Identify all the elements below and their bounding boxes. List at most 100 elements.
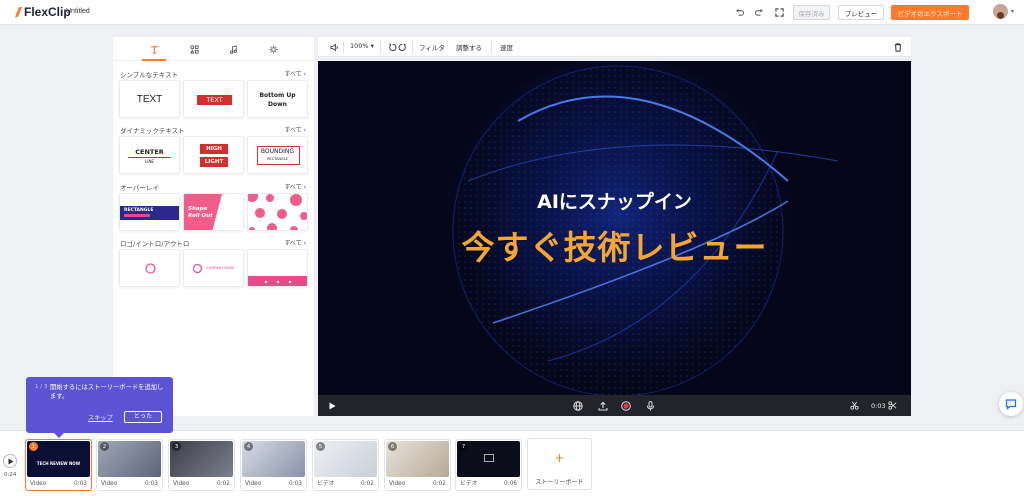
clip-type-label: Video	[30, 481, 47, 487]
storyboard-clip-4[interactable]: 4 Video 0:03	[240, 439, 307, 491]
panel-tabs	[113, 37, 314, 61]
clip-duration: 0:02	[216, 481, 230, 487]
storyboard-clip-1[interactable]: TECH REVIEW NOW 1 Video 0:03	[25, 439, 92, 491]
divider-line	[128, 157, 171, 158]
template-label: TEXT	[136, 94, 163, 105]
logo-dots	[264, 280, 292, 284]
adjust-button[interactable]: 調整する	[456, 42, 482, 52]
template-card-logo-1[interactable]	[119, 249, 180, 287]
chevron-down-icon[interactable]: ▾	[1011, 8, 1014, 15]
storyboard-clip-3[interactable]: 3 Video 0:02	[168, 439, 235, 491]
clip-number: 6	[388, 442, 397, 451]
storyboard-clip-7[interactable]: 7 ビデオ 0:06	[455, 439, 522, 491]
video-canvas[interactable]: AIにスナップイン 今すぐ技術レビュー	[318, 61, 911, 395]
see-all-overlay[interactable]: すべて ›	[284, 182, 306, 191]
clip-number: 1	[29, 442, 38, 451]
template-card-logo-2[interactable]: COMPANY NAME	[183, 249, 244, 287]
see-all-dynamic-text[interactable]: すべて ›	[284, 125, 306, 134]
section-title-overlay: オーバーレイ	[120, 184, 159, 192]
volume-icon[interactable]	[326, 39, 342, 55]
rotate-right-icon[interactable]	[394, 39, 410, 55]
globe-icon[interactable]	[571, 399, 584, 412]
canvas-headline[interactable]: AIにスナップイン	[318, 187, 911, 214]
template-card-bounding[interactable]: BOUNDING RECTANGLE	[247, 136, 308, 174]
divider	[491, 41, 492, 53]
template-card-rectangle-overlay[interactable]: RECTANGLE	[119, 193, 180, 231]
storyboard-clip-5[interactable]: 5 ビデオ 0:02	[312, 439, 379, 491]
filter-button[interactable]: フィルタ	[419, 42, 445, 52]
music-tab-icon[interactable]	[223, 41, 243, 57]
microphone-icon[interactable]	[644, 399, 657, 412]
template-card-center-line[interactable]: CENTER LINE	[119, 136, 180, 174]
text-tab-icon[interactable]	[144, 41, 164, 57]
clip-thumb-title: TECH REVIEW NOW	[36, 461, 81, 466]
template-label: COMPANY NAME	[206, 266, 235, 270]
dots-pattern	[248, 194, 307, 230]
tooltip-ok-button[interactable]: とった	[124, 411, 162, 423]
add-storyboard-label: ストーリーボード	[535, 479, 584, 486]
template-card-dots[interactable]	[247, 193, 308, 231]
document-title[interactable]: Untitled	[66, 8, 90, 15]
preview-button[interactable]: プレビュー	[838, 5, 884, 20]
user-avatar[interactable]	[993, 4, 1008, 19]
current-time: 0:03	[871, 402, 886, 410]
fullscreen-icon[interactable]	[771, 4, 787, 20]
clip-number: 5	[316, 442, 325, 451]
template-label: Bottom Up	[259, 92, 296, 99]
chat-support-button[interactable]	[999, 392, 1023, 416]
tooltip-skip-link[interactable]: スキップ	[88, 413, 113, 422]
split-icon[interactable]	[848, 399, 861, 412]
save-status-button[interactable]: 保存済み	[793, 5, 830, 20]
divider	[380, 41, 381, 53]
redo-icon[interactable]	[751, 4, 767, 20]
flexclip-logo-icon	[15, 7, 22, 17]
clip-number: 2	[100, 442, 109, 451]
total-duration: 0:24	[4, 472, 17, 478]
clip-thumb-logo	[484, 454, 494, 462]
template-card-shape-roll-out[interactable]: Shape Roll Out	[183, 193, 244, 231]
clip-number: 3	[172, 442, 181, 451]
template-label: Down	[268, 101, 287, 108]
clip-type-label: ビデオ	[460, 481, 478, 487]
canvas-title[interactable]: 今すぐ技術レビュー	[318, 221, 911, 269]
template-card-bottom-up[interactable]: Bottom Up Down	[247, 80, 308, 118]
clip-type-label: Video	[101, 481, 118, 487]
settings-tab-icon[interactable]	[263, 41, 283, 57]
template-card-high-light[interactable]: HIGH LIGHT	[183, 136, 244, 174]
add-storyboard-button[interactable]: + ストーリーボード	[527, 438, 592, 490]
tooltip-step: 1 / 3	[35, 384, 48, 390]
clip-duration: 0:03	[73, 481, 87, 487]
clip-type-label: ビデオ	[317, 481, 335, 487]
trash-icon[interactable]	[890, 39, 906, 55]
timeline: 0:24 TECH REVIEW NOW 1 Video 0:03 2 Vide…	[0, 430, 1024, 496]
template-card-text-red[interactable]: TEXT	[183, 80, 244, 118]
record-icon[interactable]	[619, 399, 632, 412]
see-all-simple-text[interactable]: すべて ›	[284, 69, 306, 78]
undo-icon[interactable]	[731, 4, 747, 20]
plus-icon: +	[554, 451, 565, 465]
asset-panel: シンプルなテキスト すべて › TEXT TEXT Bottom Up Down…	[113, 37, 314, 416]
see-all-logo[interactable]: すべて ›	[284, 238, 306, 247]
zoom-select[interactable]: 100% ▾	[350, 42, 374, 50]
export-video-button[interactable]: ビデオのエクスポート	[891, 5, 969, 20]
elements-tab-icon[interactable]	[184, 41, 204, 57]
trim-icon[interactable]	[886, 399, 899, 412]
flexclip-logo[interactable]: FlexClip	[14, 5, 71, 19]
storyboard-clip-6[interactable]: 6 Video 0:02	[384, 439, 451, 491]
template-card-logo-3[interactable]	[247, 249, 308, 287]
section-title-dynamic-text: ダイナミックテキスト	[120, 127, 185, 135]
active-tab-indicator	[142, 59, 166, 61]
play-icon[interactable]	[326, 399, 339, 412]
timeline-play-button[interactable]	[3, 454, 17, 468]
clip-duration: 0:03	[288, 481, 302, 487]
storyboard-clip-2[interactable]: 2 Video 0:03	[96, 439, 163, 491]
overlay-accent	[124, 214, 150, 217]
clip-duration: 0:02	[432, 481, 446, 487]
chat-icon	[1005, 399, 1017, 410]
template-label: HIGH	[200, 144, 228, 154]
template-card-text[interactable]: TEXT	[119, 80, 180, 118]
logo-placeholder-icon	[145, 263, 156, 274]
section-title-logo-intro-outro: ロゴ/イントロ/アウトロ	[120, 240, 190, 248]
upload-icon[interactable]	[596, 399, 609, 412]
speed-button[interactable]: 速度	[500, 42, 513, 52]
